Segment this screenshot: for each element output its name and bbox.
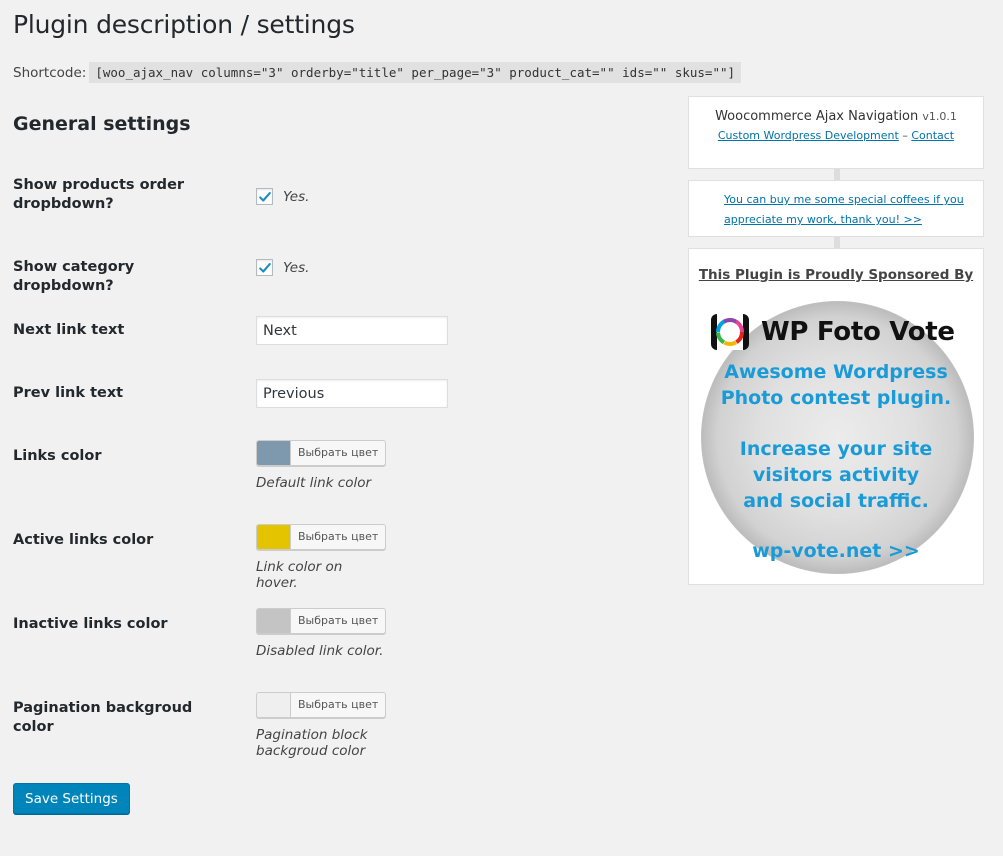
link-separator: – bbox=[902, 129, 908, 142]
donate-box: You can buy me some special coffees if y… bbox=[688, 180, 984, 237]
box-connector bbox=[834, 237, 840, 248]
inactive-color-field: Выбрать цвет Disabled link color. bbox=[256, 608, 386, 659]
color-picker-label: Выбрать цвет bbox=[298, 614, 379, 627]
shortcode-code[interactable]: [woo_ajax_nav columns="3" orderby="title… bbox=[89, 62, 742, 83]
promo-line: Increase your site bbox=[739, 438, 933, 460]
prev-link-label: Prev link text bbox=[13, 385, 124, 401]
color-swatch bbox=[257, 609, 291, 633]
contact-link[interactable]: Contact bbox=[911, 129, 954, 142]
pagination-bg-field: Выбрать цвет Pagination block backgroud … bbox=[256, 692, 386, 759]
color-picker-label: Выбрать цвет bbox=[298, 446, 379, 459]
category-dropdown-checkbox[interactable] bbox=[256, 259, 273, 276]
camera-lens-icon bbox=[711, 314, 749, 350]
color-picker-label: Выбрать цвет bbox=[298, 530, 379, 543]
inactive-color-picker-button[interactable]: Выбрать цвет bbox=[256, 608, 386, 634]
category-dropdown-yes: Yes. bbox=[283, 259, 310, 276]
active-color-field: Выбрать цвет Link color on hover. bbox=[256, 524, 386, 591]
links-color-description: Default link color bbox=[256, 475, 372, 491]
promo-line: Photo contest plugin. bbox=[720, 387, 952, 409]
promo-line: visitors activity bbox=[752, 464, 920, 486]
sponsor-title: This Plugin is Proudly Sponsored By bbox=[698, 267, 974, 283]
color-swatch bbox=[257, 693, 291, 717]
shortcode-row: Shortcode: [woo_ajax_nav columns="3" ord… bbox=[13, 62, 742, 83]
promo-subline: Increase your site visitors activity and… bbox=[689, 436, 983, 514]
next-link-input[interactable] bbox=[256, 316, 448, 345]
plugin-name: Woocommerce Ajax Navigation bbox=[715, 109, 919, 124]
links-color-picker-button[interactable]: Выбрать цвет bbox=[256, 440, 386, 466]
check-icon bbox=[258, 262, 271, 273]
plugin-name-line: Woocommerce Ajax Navigation v1.0.1 bbox=[689, 109, 983, 124]
inactive-color-label: Inactive links color bbox=[13, 616, 168, 632]
pagination-bg-label: Pagination backgroud color bbox=[13, 700, 193, 735]
shortcode-label: Shortcode: bbox=[13, 64, 87, 81]
promo-line: Awesome Wordpress bbox=[724, 361, 948, 383]
check-icon bbox=[258, 191, 271, 202]
links-color-field: Выбрать цвет Default link color bbox=[256, 440, 386, 491]
color-swatch bbox=[257, 525, 291, 549]
pagination-bg-description: Pagination block backgroud color bbox=[256, 727, 368, 759]
sponsor-logo-text: WP Foto Vote bbox=[761, 317, 955, 347]
promo-headline: Awesome Wordpress Photo contest plugin. bbox=[689, 359, 983, 411]
sponsor-url-link[interactable]: wp-vote.net >> bbox=[689, 540, 983, 562]
active-color-picker-button[interactable]: Выбрать цвет bbox=[256, 524, 386, 550]
sponsor-box[interactable]: This Plugin is Proudly Sponsored By WP F… bbox=[688, 248, 984, 585]
next-link-label: Next link text bbox=[13, 322, 125, 338]
plugin-links: Custom Wordpress Development – Contact bbox=[689, 129, 983, 142]
plugin-info-box: Woocommerce Ajax Navigation v1.0.1 Custo… bbox=[688, 96, 984, 169]
box-connector bbox=[834, 169, 840, 180]
section-title: General settings bbox=[13, 113, 191, 135]
inactive-color-description: Disabled link color. bbox=[256, 643, 384, 659]
prev-link-input[interactable] bbox=[256, 379, 448, 408]
sponsor-logo: WP Foto Vote bbox=[709, 311, 955, 353]
color-swatch bbox=[257, 441, 291, 465]
plugin-version: v1.0.1 bbox=[922, 110, 957, 123]
active-color-description: Link color on hover. bbox=[256, 559, 343, 591]
color-picker-label: Выбрать цвет bbox=[298, 698, 379, 711]
category-dropdown-label: Show category dropbdown? bbox=[13, 259, 135, 294]
category-dropdown-field: Yes. bbox=[256, 259, 309, 276]
order-dropdown-field: Yes. bbox=[256, 188, 309, 205]
prev-link-field bbox=[256, 379, 448, 408]
custom-development-link[interactable]: Custom Wordpress Development bbox=[718, 129, 899, 142]
order-dropdown-yes: Yes. bbox=[283, 188, 310, 205]
promo-line: and social traffic. bbox=[743, 490, 929, 512]
order-dropdown-label: Show products order dropbdown? bbox=[13, 177, 185, 212]
next-link-field bbox=[256, 316, 448, 345]
order-dropdown-checkbox[interactable] bbox=[256, 188, 273, 205]
save-settings-button[interactable]: Save Settings bbox=[13, 783, 130, 814]
page-title: Plugin description / settings bbox=[13, 10, 355, 39]
pagination-bg-picker-button[interactable]: Выбрать цвет bbox=[256, 692, 386, 718]
active-color-label: Active links color bbox=[13, 532, 154, 548]
links-color-label: Links color bbox=[13, 448, 102, 464]
donate-coffee-link[interactable]: You can buy me some special coffees if y… bbox=[724, 190, 974, 230]
